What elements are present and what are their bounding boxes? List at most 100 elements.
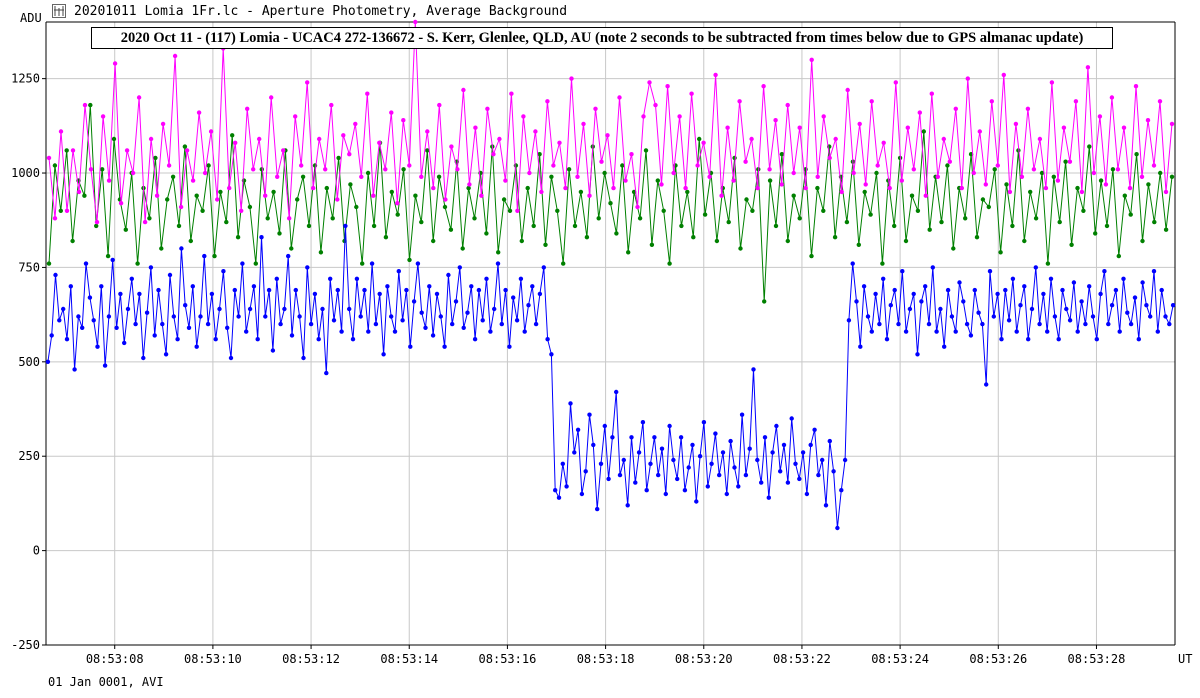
data-point (1113, 287, 1119, 293)
data-point (111, 136, 117, 142)
data-point (980, 197, 986, 202)
data-point (743, 159, 748, 164)
data-point (245, 106, 250, 112)
data-point (82, 193, 87, 198)
data-point (737, 99, 742, 104)
data-point (141, 355, 146, 361)
data-point (823, 503, 829, 508)
data-point (701, 140, 706, 145)
data-point (831, 469, 836, 474)
data-point (863, 182, 868, 187)
data-point (148, 136, 154, 142)
data-point (358, 314, 363, 319)
data-point (797, 125, 802, 130)
data-point (183, 303, 188, 308)
data-point (965, 76, 970, 81)
data-point (240, 261, 245, 266)
data-point (606, 476, 611, 482)
data-point (64, 148, 69, 153)
data-point (247, 204, 253, 210)
data-point (70, 238, 75, 244)
data-point (953, 329, 958, 334)
data-point (1087, 144, 1092, 149)
data-point (575, 427, 581, 432)
data-point (568, 401, 573, 406)
data-point (1037, 136, 1043, 142)
data-point (611, 185, 616, 191)
data-point (348, 182, 353, 187)
data-point (691, 235, 696, 240)
data-point (1079, 299, 1084, 304)
data-point (455, 167, 460, 172)
y-tick-label: -250 (11, 638, 40, 652)
data-point (755, 185, 760, 191)
data-point (460, 246, 465, 251)
x-tick-label: 08:53:08 (86, 652, 144, 666)
data-point (76, 314, 81, 319)
data-point (874, 170, 879, 176)
data-point (217, 306, 222, 312)
data-point (984, 382, 989, 387)
data-point (963, 216, 968, 221)
data-point (1121, 125, 1127, 130)
data-point (581, 121, 586, 127)
data-point (395, 212, 400, 217)
data-point (377, 140, 382, 145)
data-point (318, 250, 324, 255)
data-point (404, 287, 409, 293)
data-point (911, 167, 916, 172)
data-point (265, 216, 270, 221)
data-point (557, 140, 562, 145)
data-point (448, 227, 454, 232)
data-point (986, 204, 991, 210)
data-point (518, 276, 524, 281)
data-point (976, 310, 981, 315)
data-point (221, 269, 226, 274)
data-point (633, 480, 638, 485)
chart-title: 2020 Oct 11 - (117) Lomia - UCAC4 272-13… (91, 27, 1113, 49)
data-point (365, 170, 371, 176)
data-point (527, 170, 532, 176)
data-point (921, 129, 926, 134)
data-point (1090, 314, 1096, 319)
data-point (617, 95, 622, 100)
data-point (833, 136, 838, 142)
data-point (875, 163, 880, 168)
data-point (1158, 170, 1163, 176)
data-point (949, 314, 955, 319)
data-point (383, 167, 388, 172)
data-point (208, 129, 214, 134)
data-point (305, 265, 310, 270)
data-point (88, 167, 94, 172)
data-point (732, 155, 737, 161)
data-point (560, 461, 565, 466)
data-point (564, 484, 569, 489)
data-point (170, 174, 176, 179)
data-point (484, 276, 489, 281)
data-point (330, 216, 335, 221)
data-point (503, 178, 508, 183)
data-point (419, 174, 424, 179)
data-point (1010, 276, 1016, 281)
data-point (707, 174, 712, 179)
data-point (515, 208, 520, 213)
data-point (846, 318, 852, 323)
data-point (165, 197, 170, 202)
data-point (629, 435, 634, 440)
data-point (991, 314, 996, 319)
data-point (821, 208, 826, 213)
data-point (778, 469, 783, 474)
data-point (385, 284, 390, 289)
data-point (396, 269, 401, 274)
data-point (728, 438, 733, 444)
data-point (689, 91, 694, 96)
data-point (495, 261, 501, 266)
data-point (235, 235, 241, 240)
data-point (521, 114, 526, 119)
data-point (1033, 216, 1039, 221)
data-point (225, 325, 230, 330)
data-point (602, 170, 607, 176)
data-point (176, 223, 182, 229)
data-point (305, 80, 310, 85)
data-point (328, 276, 333, 281)
